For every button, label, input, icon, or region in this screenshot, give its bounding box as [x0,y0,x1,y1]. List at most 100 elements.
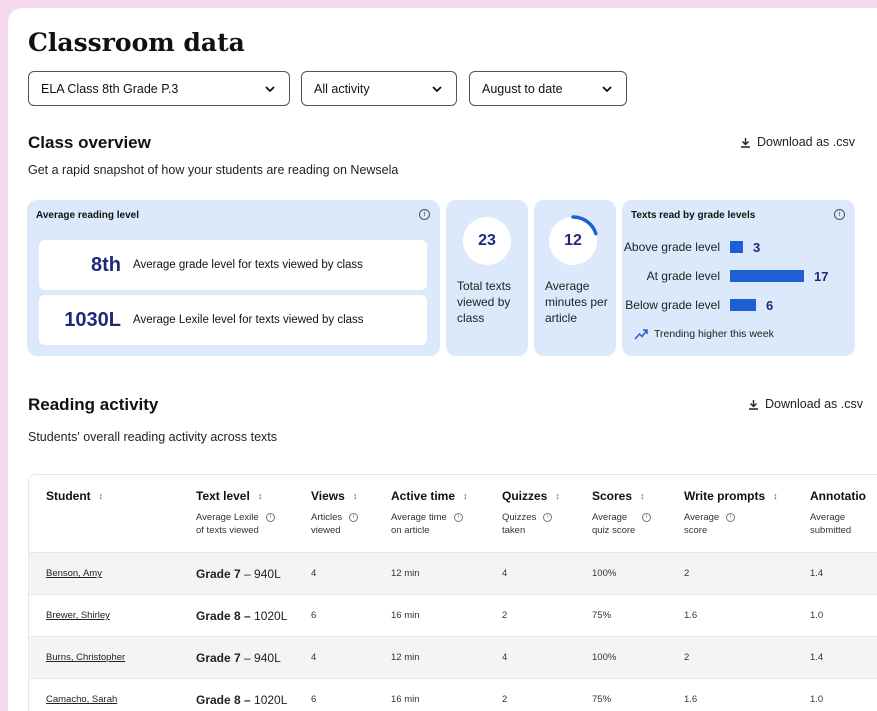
average-minutes-label: Average minutes per article [545,279,608,325]
sort-icon[interactable]: ↕ [463,491,468,501]
grade-level-label: Above grade level [623,240,720,254]
trending-up-icon [634,329,648,340]
column-subtitle-line: Quizzes [502,512,537,523]
trend-indicator: Trending higher this week [634,328,774,340]
grade-level-row: At grade level 17 [622,267,829,285]
average-lexile-level-box: 1030L Average Lexile level for texts vie… [39,295,427,345]
views-cell: 4 [311,652,317,663]
annot-cell: 1.4 [810,568,824,579]
chevron-down-icon [265,85,275,92]
quizzes-cell: 2 [502,694,508,705]
column-title: Annotatio [810,489,866,503]
info-icon[interactable]: i [453,513,463,522]
info-icon[interactable]: i [419,209,430,220]
column-title: Student [46,489,91,503]
classroom-data-page: Classroom data ELA Class 8th Grade P.3 A… [8,8,877,711]
class-overview-title: Class overview [28,133,151,152]
average-minutes-value: 12 [564,232,582,249]
date-range-select[interactable]: August to date [469,71,627,106]
overview-download-link[interactable]: Download as .csv [740,135,855,149]
average-minutes-card: 12 Average minutes per article [534,200,616,356]
average-reading-level-title: Average reading level [36,210,140,221]
student-name-link[interactable]: Brewer, Shirley [46,595,110,637]
total-texts-value: 23 [478,232,496,249]
activity-select-value: All activity [314,81,370,96]
total-texts-ring: 23 [460,214,514,268]
grade-level-value: 17 [814,268,829,284]
grade-text: Grade 7 [196,651,241,665]
reading-activity-table: Student ↕ Text level ↕ Average Lexile of text… [28,474,877,711]
grade-level-bar [730,299,756,311]
grade-level-bar [730,270,804,282]
column-title: Active time [391,489,456,503]
chevron-down-icon [432,85,442,92]
student-name-link[interactable]: Camacho, Sarah [46,679,117,711]
sort-icon[interactable]: ↕ [773,491,778,501]
time-cell: 16 min [391,694,420,705]
column-subtitle-line: Average [810,512,846,523]
score-cell: 100% [592,652,617,663]
column-header[interactable]: Quizzes ↕ Quizzes taken i [502,489,560,537]
write-cell: 2 [684,568,690,579]
grade-text: Grade 8 – [196,609,251,623]
score-cell: 75% [592,694,612,705]
sort-icon[interactable]: ↕ [353,491,358,501]
info-icon[interactable]: i [543,513,553,522]
column-header[interactable]: Student ↕ [46,489,103,503]
column-header[interactable]: Active time ↕ Average time on article i [391,489,468,537]
column-header[interactable]: Scores ↕ Average quiz score i [592,489,652,537]
activity-select[interactable]: All activity [301,71,457,106]
info-icon[interactable]: i [642,513,652,522]
info-icon[interactable]: i [726,513,736,522]
sort-icon[interactable]: ↕ [99,491,104,501]
column-subtitle-line: Average time [391,512,447,523]
table-header: Student ↕ Text level ↕ Average Lexile of text… [29,475,877,553]
sort-icon[interactable]: ↕ [555,491,560,501]
activity-download-label: Download as .csv [765,397,863,411]
score-cell: 75% [592,610,612,621]
time-cell: 12 min [391,568,420,579]
grade-levels-title: Texts read by grade levels [631,210,756,221]
column-title: Quizzes [502,489,548,503]
total-texts-card: 23 Total texts viewed by class [446,200,528,356]
average-grade-value: 8th [91,253,121,276]
quizzes-cell: 2 [502,610,508,621]
grade-level-row: Above grade level 3 [622,238,760,256]
column-header[interactable]: Annotatio Average submitted [810,489,866,537]
column-header[interactable]: Views ↕ Articles viewed i [311,489,359,537]
lexile-text: – 940L [240,567,281,581]
column-title: Write prompts [684,489,766,503]
info-icon[interactable]: i [265,513,275,522]
grade-text: Grade 7 [196,567,241,581]
info-icon[interactable]: i [834,209,845,220]
column-header[interactable]: Text level ↕ Average Lexile of texts viewed… [196,489,275,537]
column-subtitle-line: Articles [311,512,343,523]
column-subtitle-line: viewed [311,525,341,536]
write-cell: 1.6 [684,610,698,621]
column-header[interactable]: Write prompts ↕ Average score i [684,489,778,537]
average-lexile-value: 1030L [64,308,121,331]
table-row: Brewer, Shirley Grade 8 – 1020L 6 16 min 2 75… [29,595,877,637]
info-icon[interactable]: i [349,513,359,522]
total-texts-label: Total texts viewed by class [457,279,512,325]
activity-download-link[interactable]: Download as .csv [748,397,863,411]
grade-level-label: At grade level [646,269,720,283]
views-cell: 4 [311,568,317,579]
lexile-text: 1020L [250,609,288,623]
column-subtitle-line: Average [592,512,628,523]
sort-icon[interactable]: ↕ [258,491,263,501]
write-cell: 2 [684,652,690,663]
student-name-link[interactable]: Burns, Christopher [46,637,125,679]
class-select[interactable]: ELA Class 8th Grade P.3 [28,71,290,106]
column-subtitle-line: submitted [810,525,852,536]
text-level-cell: Grade 8 – 1020L [196,595,287,637]
grade-level-row: Below grade level 6 [622,296,773,314]
table-row: Camacho, Sarah Grade 8 – 1020L 6 16 min 2 75%… [29,679,877,711]
trend-label: Trending higher this week [654,328,774,340]
sort-icon[interactable]: ↕ [640,491,645,501]
annot-cell: 1.4 [810,652,824,663]
column-subtitle-line: Average [684,512,720,523]
student-name-link[interactable]: Benson, Amy [46,553,102,595]
page-title: Classroom data [28,28,245,57]
lexile-text: 1020L [250,693,288,707]
